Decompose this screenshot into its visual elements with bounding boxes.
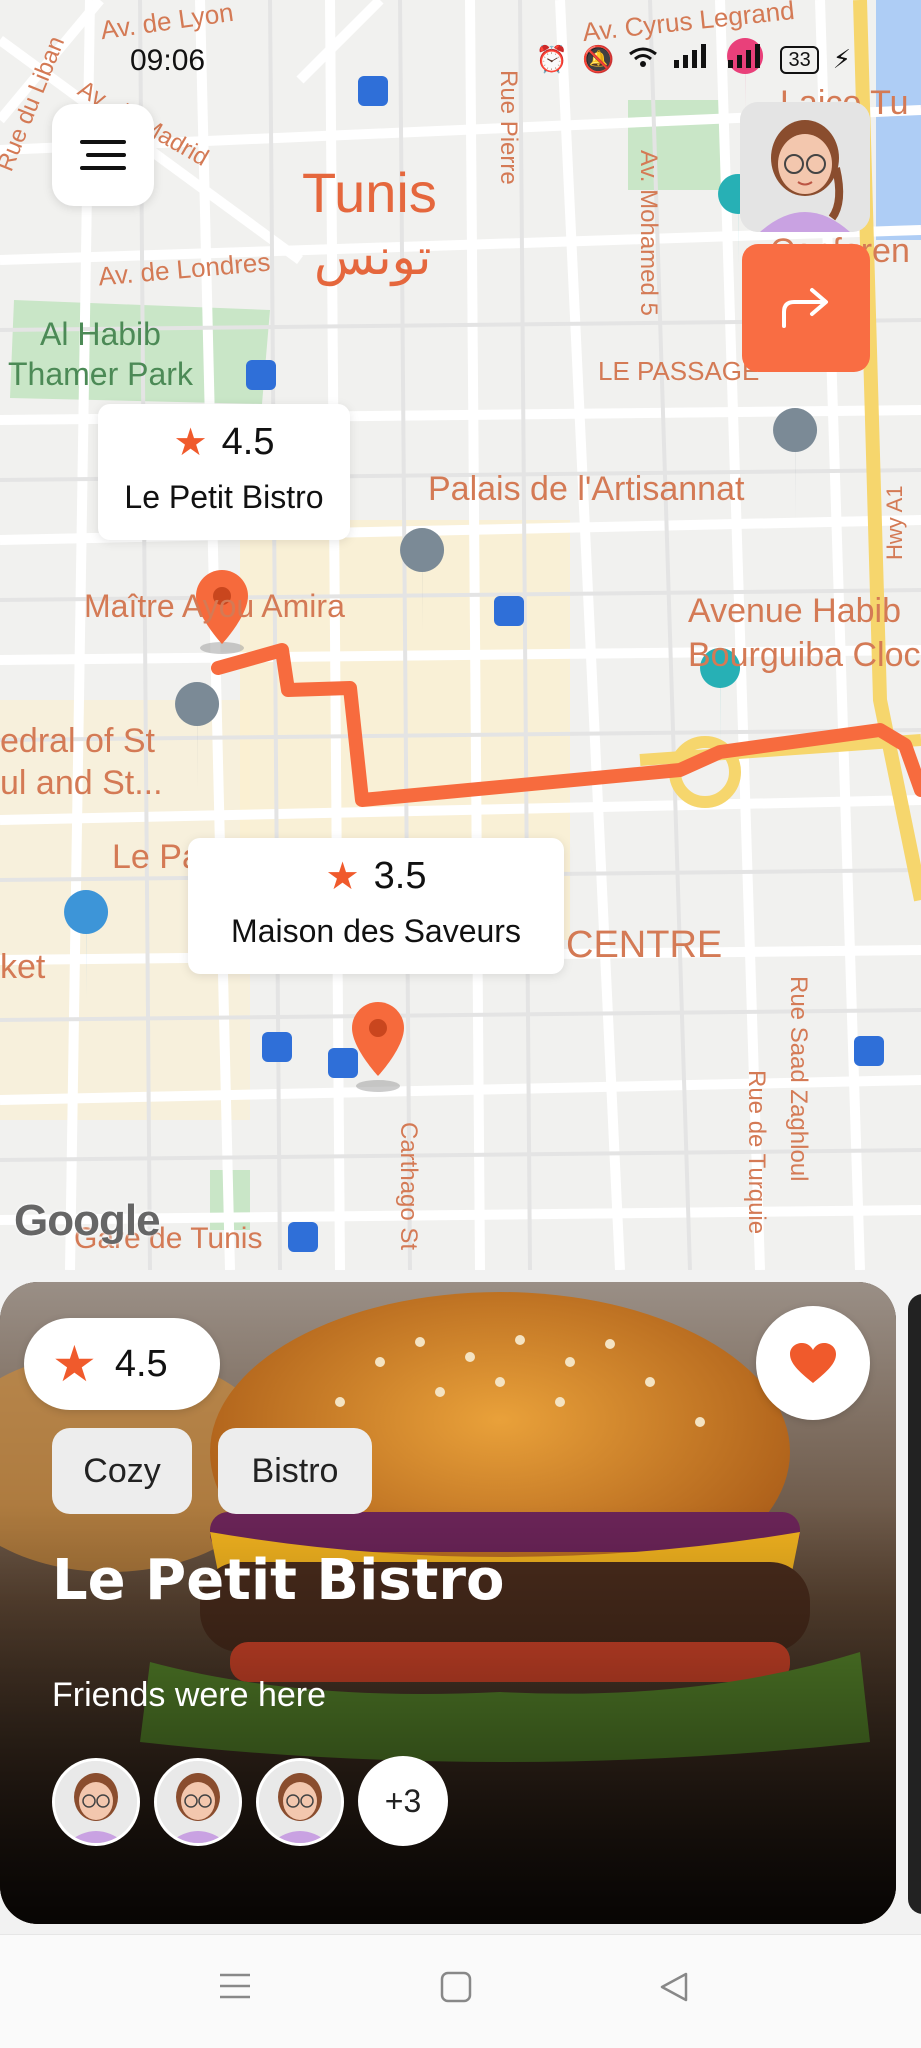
star-icon: ★	[325, 856, 360, 898]
google-logo: Google	[14, 1196, 161, 1245]
more-friends-badge[interactable]: +3	[358, 1756, 448, 1846]
menu-icon	[80, 140, 126, 144]
map-label: Bourguiba Cloc	[688, 636, 921, 674]
map-label: تونس	[314, 229, 432, 285]
map-label: Tunis	[302, 161, 437, 224]
nav-home-button[interactable]	[440, 1971, 472, 2007]
system-nav-bar	[0, 1934, 921, 2048]
star-icon: ★	[173, 422, 208, 464]
callout-name: Le Petit Bistro	[124, 479, 324, 515]
charging-icon: ⚡	[832, 44, 851, 75]
avatar-icon	[157, 1761, 239, 1843]
friend-avatar[interactable]	[52, 1758, 140, 1846]
map-label: edral of St	[0, 722, 155, 760]
nav-home-icon	[440, 1971, 472, 2003]
friend-avatar[interactable]	[256, 1758, 344, 1846]
callout-rating: 4.5	[221, 421, 275, 463]
nav-back-icon	[660, 1972, 688, 2002]
next-card-peek[interactable]	[908, 1294, 921, 1914]
profile-avatar-button[interactable]	[740, 102, 870, 232]
friend-avatar[interactable]	[154, 1758, 242, 1846]
heart-icon	[790, 1343, 836, 1383]
tag-bistro[interactable]: Bistro	[218, 1428, 372, 1514]
status-icons: ⏰ 🔕 33 ⚡	[536, 44, 851, 75]
map-label: Rue Saad Zaghloul	[785, 976, 812, 1182]
map-label: Av. Mohamed 5	[635, 150, 662, 316]
map-label: Carthago St	[395, 1122, 422, 1251]
status-time: 09:06	[130, 44, 206, 77]
map-label: Palais de l'Artisannat	[428, 470, 745, 508]
restaurant-title: Le Petit Bistro	[52, 1548, 505, 1613]
status-bar: 09:06 ⏰ 🔕 33 ⚡	[0, 0, 921, 110]
map-label: Hwy A1	[882, 485, 907, 560]
nav-back-button[interactable]	[658, 1971, 690, 2007]
nav-recents-button[interactable]	[218, 1971, 252, 2005]
map-label: ket	[0, 948, 46, 986]
map-label: Maître Ayou Amira	[84, 588, 345, 624]
star-icon: ★	[52, 1336, 97, 1392]
card-rating-badge: ★ 4.5	[24, 1318, 220, 1410]
map-label: ul and St...	[0, 764, 163, 802]
alarm-icon: ⏰	[535, 44, 569, 75]
map-label: CENTRE	[566, 924, 723, 966]
tag-cozy[interactable]: Cozy	[52, 1428, 192, 1514]
battery-icon: 33	[780, 45, 819, 74]
callout-rating: 3.5	[373, 855, 427, 897]
avatar-icon	[259, 1761, 341, 1843]
signal-icon	[672, 44, 712, 75]
mute-icon: 🔕	[582, 44, 615, 75]
directions-button[interactable]	[742, 244, 870, 372]
map-callout-le-petit-bistro[interactable]: ★ 4.5 Le Petit Bistro	[98, 404, 350, 540]
menu-button[interactable]	[52, 104, 154, 206]
app-screen: Av. de Lyon Av. Cyrus Legrand Rue du Lib…	[0, 0, 921, 2048]
map-label: Avenue Habib	[688, 592, 901, 630]
map-callout-maison-des-saveurs[interactable]: ★ 3.5 Maison des Saveurs	[188, 838, 564, 974]
map-label: Thamer Park	[8, 356, 193, 392]
callout-name: Maison des Saveurs	[231, 913, 521, 949]
signal-icon	[726, 44, 766, 75]
directions-icon	[782, 288, 828, 328]
avatar-icon	[55, 1761, 137, 1843]
card-rating-value: 4.5	[114, 1342, 168, 1385]
map-label: Al Habib	[40, 316, 161, 352]
avatar-icon	[740, 102, 870, 232]
map-label: LE PASSAGE	[598, 356, 760, 386]
map-label: Rue de Turquie	[743, 1070, 770, 1235]
favorite-button[interactable]	[756, 1306, 870, 1420]
friends-label: Friends were here	[52, 1676, 327, 1714]
wifi-icon	[628, 45, 658, 75]
nav-menu-icon	[220, 1973, 250, 1999]
